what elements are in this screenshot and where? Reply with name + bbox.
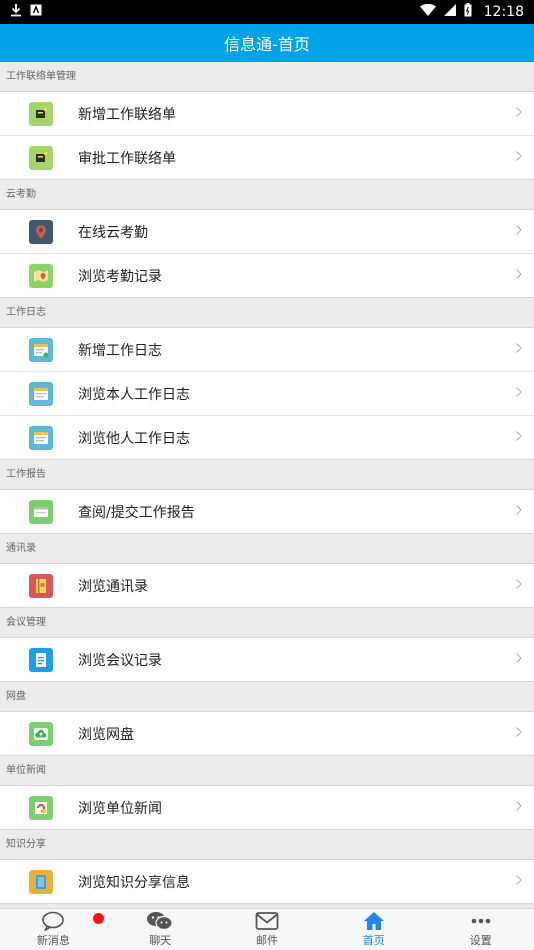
chevron-right-icon	[504, 342, 534, 358]
chevron-right-icon	[504, 386, 534, 402]
menu-row-label: 在线云考勤	[78, 224, 148, 241]
wechat-icon	[146, 911, 174, 931]
tab-wechat[interactable]: 聊天	[107, 909, 214, 950]
calendar-icon	[29, 381, 53, 406]
menu-section: 网盘浏览网盘	[0, 682, 534, 756]
menu-row-label: 浏览网盘	[78, 726, 134, 743]
tab-label: 邮件	[255, 934, 278, 947]
section-header: 单位新闻	[0, 756, 534, 786]
menu-row[interactable]: 审批工作联络单	[0, 136, 534, 180]
menu-row[interactable]: 浏览知识分享信息	[0, 860, 534, 904]
status-bar: 12:18	[0, 0, 534, 24]
menu-section: 会议管理浏览会议记录	[0, 608, 534, 682]
menu-row-label: 浏览本人工作日志	[78, 386, 190, 403]
section-header: 工作联络单管理	[0, 62, 534, 92]
book-icon	[29, 869, 53, 894]
calendar-icon	[29, 425, 53, 450]
chevron-right-icon	[504, 430, 534, 446]
signal-icon	[443, 4, 456, 20]
calendar-add-icon	[29, 337, 53, 362]
chevron-right-icon	[504, 652, 534, 668]
menu-row[interactable]: 新增工作联络单	[0, 92, 534, 136]
tab-label: 设置	[469, 934, 492, 947]
tab-label: 首页	[362, 934, 385, 947]
menu-row[interactable]: 浏览本人工作日志	[0, 372, 534, 416]
menu-row-label: 浏览单位新闻	[78, 800, 162, 817]
menu-row-label: 新增工作日志	[78, 342, 162, 359]
app-bar: 信息通-首页	[0, 24, 534, 62]
tab-chat-bubble[interactable]: 新消息	[0, 909, 107, 950]
menu-list[interactable]: 工作联络单管理 新增工作联络单 审批工作联络单 云考勤 在线云考勤 浏览考勤记录 工作日志新…	[0, 62, 534, 908]
location-pin-icon	[29, 219, 53, 244]
tab-mail[interactable]: 邮件	[214, 909, 321, 950]
section-header: 会议管理	[0, 608, 534, 638]
menu-row[interactable]: 浏览考勤记录	[0, 254, 534, 298]
address-book-icon	[29, 573, 53, 598]
chevron-right-icon	[504, 106, 534, 122]
chevron-right-icon	[504, 578, 534, 594]
menu-section: 知识分享浏览知识分享信息	[0, 830, 534, 904]
home-icon	[363, 911, 385, 931]
approve-contact-form-icon	[29, 145, 53, 170]
menu-section: 通讯录浏览通讯录	[0, 534, 534, 608]
chat-bubble-icon	[41, 911, 65, 931]
download-icon	[10, 3, 22, 21]
meeting-notes-icon	[29, 647, 53, 672]
chevron-right-icon	[504, 800, 534, 816]
chevron-right-icon	[504, 224, 534, 240]
section-header: 网盘	[0, 682, 534, 712]
menu-row[interactable]: 查阅/提交工作报告	[0, 490, 534, 534]
menu-section: 工作联络单管理新增工作联络单 审批工作联络单	[0, 62, 534, 180]
menu-row[interactable]: 浏览会议记录	[0, 638, 534, 682]
section-header: 工作报告	[0, 460, 534, 490]
report-icon	[29, 499, 53, 524]
wifi-icon	[419, 3, 436, 20]
battery-icon	[464, 3, 472, 21]
chevron-right-icon	[504, 874, 534, 890]
tab-label: 新消息	[36, 934, 70, 947]
more-dots-icon	[470, 911, 492, 931]
news-icon	[29, 795, 53, 820]
new-contact-form-icon	[29, 101, 53, 126]
tab-label: 聊天	[149, 934, 172, 947]
chevron-right-icon	[504, 268, 534, 284]
section-header: 知识分享	[0, 830, 534, 860]
menu-row-label: 浏览通讯录	[78, 578, 148, 595]
menu-row[interactable]: 新增工作日志	[0, 328, 534, 372]
chevron-right-icon	[504, 726, 534, 742]
page-title: 信息通-首页	[224, 35, 310, 54]
menu-section: 单位新闻浏览单位新闻	[0, 756, 534, 830]
chevron-right-icon	[504, 504, 534, 520]
menu-row-label: 浏览考勤记录	[78, 268, 162, 285]
menu-row[interactable]: 浏览通讯录	[0, 564, 534, 608]
map-icon	[29, 263, 53, 288]
menu-row-label: 查阅/提交工作报告	[78, 504, 195, 521]
menu-row-label: 审批工作联络单	[78, 150, 176, 167]
menu-section: 云考勤在线云考勤浏览考勤记录	[0, 180, 534, 298]
section-header: 通讯录	[0, 534, 534, 564]
tab-more-dots[interactable]: 设置	[427, 909, 534, 950]
unread-badge	[93, 913, 104, 924]
status-time: 12:18	[483, 4, 524, 20]
menu-row[interactable]: 浏览他人工作日志	[0, 416, 534, 460]
menu-row[interactable]: 浏览网盘	[0, 712, 534, 756]
menu-row-label: 浏览知识分享信息	[78, 874, 190, 891]
bottom-tab-bar: 新消息 聊天 邮件 首页 设置	[0, 908, 534, 950]
section-header: 工作日志	[0, 298, 534, 328]
cloud-disk-icon	[29, 721, 53, 746]
chevron-right-icon	[504, 150, 534, 166]
app-notification-icon	[30, 4, 42, 20]
menu-row-label: 新增工作联络单	[78, 106, 176, 123]
menu-section: 工作日志新增工作日志浏览本人工作日志 浏览他人工作日志	[0, 298, 534, 460]
mail-icon	[255, 911, 279, 931]
menu-section: 工作报告查阅/提交工作报告	[0, 460, 534, 534]
menu-row-label: 浏览会议记录	[78, 652, 162, 669]
section-header: 云考勤	[0, 180, 534, 210]
tab-home[interactable]: 首页	[320, 909, 427, 950]
menu-row[interactable]: 浏览单位新闻	[0, 786, 534, 830]
menu-row[interactable]: 在线云考勤	[0, 210, 534, 254]
menu-row-label: 浏览他人工作日志	[78, 430, 190, 447]
